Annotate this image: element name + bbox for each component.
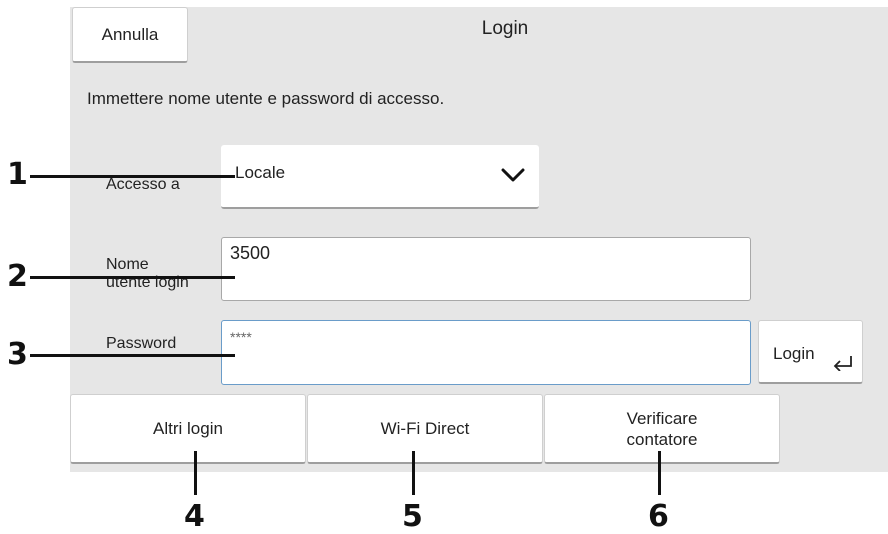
wifi-direct-label: Wi-Fi Direct xyxy=(380,419,470,438)
callout-3: 3 xyxy=(7,337,28,372)
check-counter-button[interactable]: Verificare contatore xyxy=(544,394,780,464)
callout-2: 2 xyxy=(7,259,28,294)
username-label-line1: Nome xyxy=(106,256,149,273)
login-button[interactable]: Login xyxy=(758,320,863,384)
other-login-button[interactable]: Altri login xyxy=(70,394,306,464)
callout-4: 4 xyxy=(184,499,205,534)
cancel-button-label: Annulla xyxy=(101,25,159,44)
callout-6: 6 xyxy=(648,499,669,534)
callout-2-line xyxy=(30,276,235,279)
login-button-label: Login xyxy=(773,344,815,363)
callout-6-line xyxy=(658,451,661,495)
wifi-direct-button[interactable]: Wi-Fi Direct xyxy=(307,394,543,464)
check-counter-label-line1: Verificare xyxy=(626,408,698,428)
username-input[interactable]: 3500 xyxy=(221,237,751,301)
password-input[interactable]: **** xyxy=(221,320,751,385)
callout-1-line xyxy=(30,175,235,178)
password-label: Password xyxy=(106,335,177,352)
callout-1: 1 xyxy=(7,157,28,192)
username-label: Nome utente login xyxy=(106,256,189,292)
access-label: Accesso a xyxy=(106,176,180,193)
access-selected-value: Locale xyxy=(235,163,286,182)
check-counter-label-line2: contatore xyxy=(626,429,698,449)
other-login-label: Altri login xyxy=(153,419,223,438)
enter-return-icon xyxy=(832,355,854,376)
access-dropdown[interactable]: Locale xyxy=(221,145,539,209)
chevron-down-icon xyxy=(501,167,525,188)
callout-5: 5 xyxy=(402,499,423,534)
callout-5-line xyxy=(412,451,415,495)
callout-3-line xyxy=(30,354,235,357)
page-title: Login xyxy=(481,18,529,39)
cancel-button[interactable]: Annulla xyxy=(72,7,188,63)
callout-4-line xyxy=(194,451,197,495)
instruction-text: Immettere nome utente e password di acce… xyxy=(87,89,445,108)
